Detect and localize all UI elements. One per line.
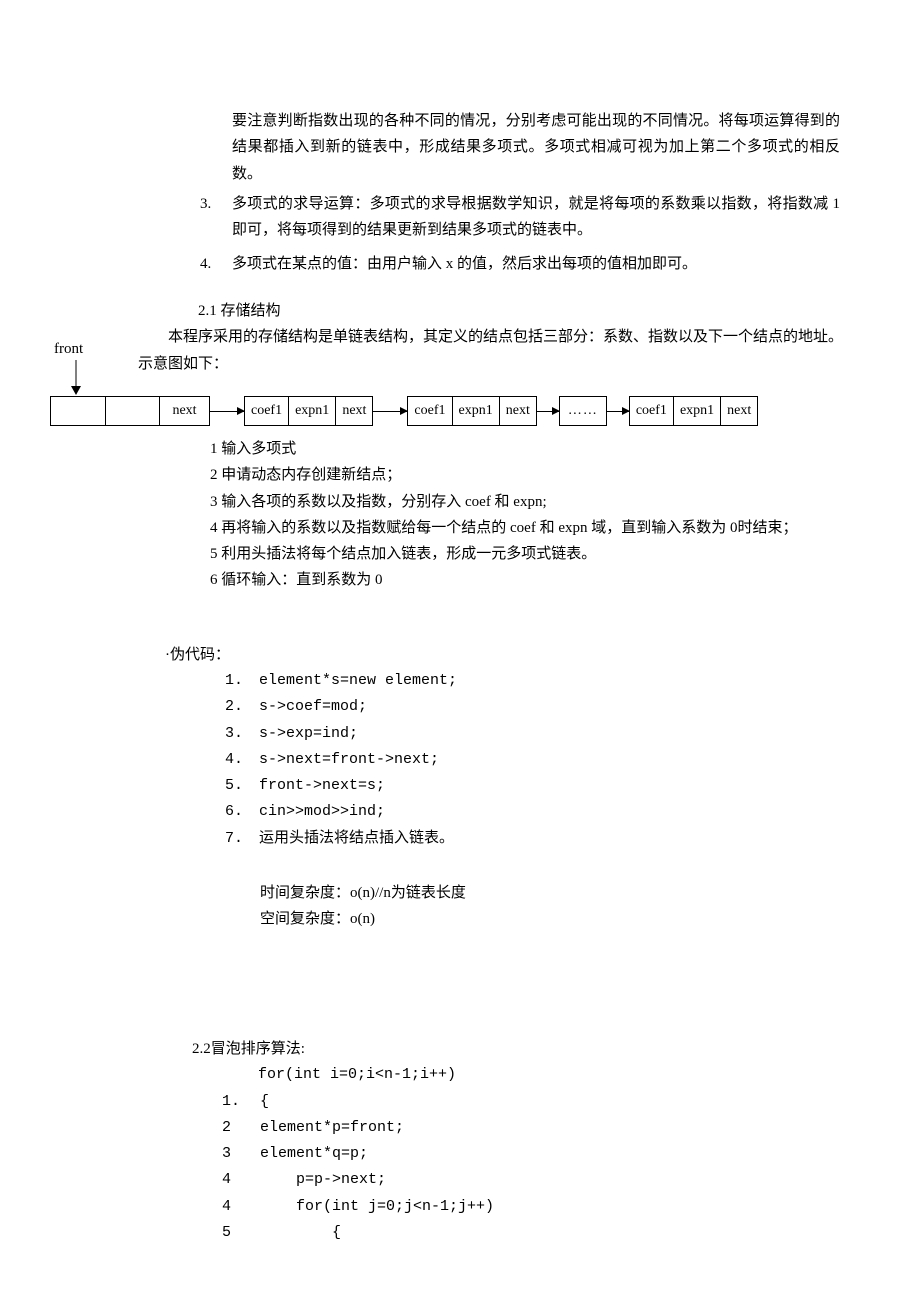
code-line: 5.front->next=s; [225,773,825,799]
next-cell: next [335,397,372,425]
step-4: 4 再将输入的系数以及指数赋给每一个结点的 coef 和 expn 域，直到输入… [192,515,810,541]
expn-cell: expn1 [288,397,335,425]
head-node: next [50,396,210,426]
list-item-4: 4. 多项式在某点的值：由用户输入 x 的值，然后求出每项的值相加即可。 [200,251,840,277]
continuation-paragraph: 要注意判断指数出现的各种不同的情况，分别考虑可能出现的不同情况。将每项运算得到的… [200,108,840,187]
step-5: 5 利用头插法将每个结点加入链表，形成一元多项式链表。 [210,541,810,567]
storage-section: 2.1 存储结构 本程序采用的存储结构是单链表结构，其定义的结点包括三部分：系数… [138,292,878,377]
linked-list-diagram: next coef1 expn1 next coef1 expn1 next …… [50,396,758,426]
list-body: 多项式的求导运算：多项式的求导根据数学知识，就是将每项的系数乘以指数，将指数减 … [232,191,840,244]
arrow-down-icon [70,360,82,396]
code-line: 1.{ [222,1089,832,1115]
code-line: 4 p=p->next; [222,1167,832,1193]
next-cell: next [720,397,757,425]
code-line: 5 { [222,1220,832,1246]
step-2: 2 申请动态内存创建新结点； [210,462,810,488]
storage-p1: 本程序采用的存储结构是单链表结构，其定义的结点包括三部分：系数、指数以及下一个结… [168,324,878,350]
head-cell-empty [105,397,159,425]
head-cell-next: next [159,397,209,425]
steps-list: 1 输入多项式 2 申请动态内存创建新结点； 3 输入各项的系数以及指数，分别存… [210,436,810,594]
step-3: 3 输入各项的系数以及指数，分别存入 coef 和 expn; [210,489,810,515]
code-line: 4 for(int j=0;j<n-1;j++) [222,1194,832,1220]
code-line: 1.element*s=new element; [225,668,825,694]
code-line: 2element*p=front; [222,1115,832,1141]
code-line: 2.s->coef=mod; [225,694,825,720]
code-line: 6.cin>>mod>>ind; [225,799,825,825]
code-line: 4.s->next=front->next; [225,747,825,773]
page: 要注意判断指数出现的各种不同的情况，分别考虑可能出现的不同情况。将每项运算得到的… [0,0,920,1302]
bubble-code-list: 1.{ 2element*p=front; 3element*q=p; 4 p=… [222,1089,832,1247]
bubble-heading: 2.2冒泡排序算法: [192,1036,832,1062]
coef-cell: coef1 [408,397,451,425]
storage-p2: 示意图如下： [138,351,878,377]
complexity-block: 时间复杂度：o(n)//n为链表长度 空间复杂度：o(n) [260,880,760,933]
list-number: 3. [200,191,232,244]
arrow-right-icon [373,411,407,412]
ellipsis-node: …… [559,396,607,426]
step-6: 6 循环输入：直到系数为 0 [210,567,810,593]
pseudo-code-list: 1.element*s=new element; 2.s->coef=mod; … [225,668,825,852]
arrow-right-icon [607,411,629,412]
arrow-right-icon [537,411,559,412]
space-complexity: 空间复杂度：o(n) [260,906,760,932]
list-node-n: coef1 expn1 next [629,396,758,426]
code-line: 7.运用头插法将结点插入链表。 [225,826,825,852]
list-number: 4. [200,251,232,277]
step-1: 1 输入多项式 [210,436,810,462]
coef-cell: coef1 [245,397,288,425]
intro-content: 要注意判断指数出现的各种不同的情况，分别考虑可能出现的不同情况。将每项运算得到的… [200,108,840,278]
arrow-right-icon [210,411,244,412]
front-label: front [54,336,83,362]
storage-heading: 2.1 存储结构 [198,298,878,324]
coef-cell: coef1 [630,397,673,425]
bubble-for-line: for(int i=0;i<n-1;i++) [258,1062,832,1088]
pseudo-label: ·伪代码： [165,642,230,668]
expn-cell: expn1 [452,397,499,425]
list-node-2: coef1 expn1 next [407,396,536,426]
expn-cell: expn1 [673,397,720,425]
code-line: 3element*q=p; [222,1141,832,1167]
list-node-1: coef1 expn1 next [244,396,373,426]
list-body: 多项式在某点的值：由用户输入 x 的值，然后求出每项的值相加即可。 [232,251,840,277]
next-cell: next [499,397,536,425]
list-item-3: 3. 多项式的求导运算：多项式的求导根据数学知识，就是将每项的系数乘以指数，将指… [200,191,840,244]
head-cell-empty [51,397,105,425]
code-line: 3.s->exp=ind; [225,721,825,747]
time-complexity: 时间复杂度：o(n)//n为链表长度 [260,880,760,906]
bubble-sort-section: 2.2冒泡排序算法: for(int i=0;i<n-1;i++) 1.{ 2e… [192,1036,832,1246]
